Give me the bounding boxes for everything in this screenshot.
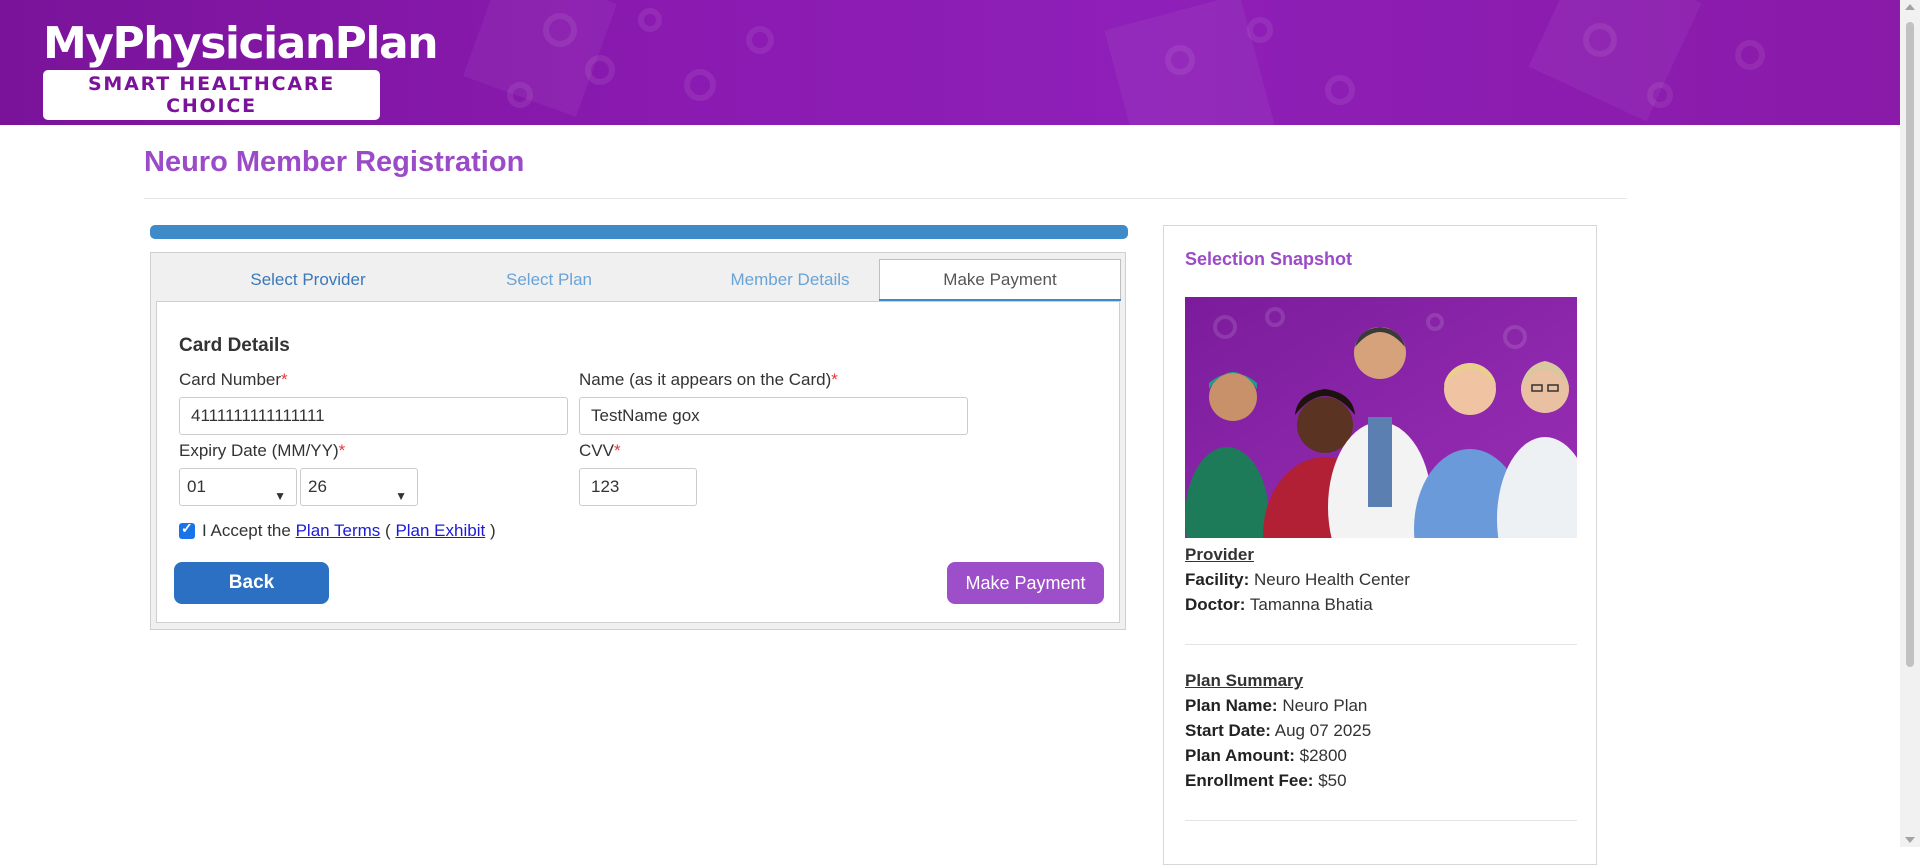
tab-make-payment[interactable]: Make Payment bbox=[879, 259, 1121, 301]
provider-heading: Provider bbox=[1185, 545, 1254, 564]
snapshot-title: Selection Snapshot bbox=[1185, 249, 1353, 269]
plan-exhibit-link[interactable]: Plan Exhibit bbox=[395, 521, 485, 540]
facility-line: Facility: Neuro Health Center bbox=[1185, 570, 1410, 589]
accept-terms-checkbox[interactable]: ✓ bbox=[179, 520, 195, 539]
back-button[interactable]: Back bbox=[174, 562, 329, 604]
page-scrollbar[interactable] bbox=[1900, 0, 1920, 847]
brand-name: MyPhysicianPlan bbox=[43, 18, 439, 69]
healthcare-team-image bbox=[1185, 297, 1577, 538]
dropdown-arrow-icon: ▼ bbox=[274, 489, 286, 503]
card-number-input[interactable]: 4111111111111111 bbox=[179, 397, 568, 435]
make-payment-button[interactable]: Make Payment bbox=[947, 562, 1104, 604]
tab-select-provider[interactable]: Select Provider bbox=[188, 259, 428, 299]
page-title: Neuro Member Registration bbox=[144, 146, 525, 178]
selection-snapshot-panel: Selection Snapshot Provider Facility: Ne… bbox=[1163, 225, 1597, 865]
payment-panel: Card Details Card Number* 41111111111111… bbox=[156, 301, 1120, 623]
plan-summary-heading: Plan Summary bbox=[1185, 671, 1304, 690]
cvv-label: CVV* bbox=[579, 441, 621, 460]
cvv-input[interactable]: 123 bbox=[579, 468, 697, 506]
scroll-up-icon[interactable] bbox=[1905, 4, 1915, 10]
title-divider bbox=[144, 198, 1627, 199]
card-number-label: Card Number* bbox=[179, 370, 288, 389]
expiry-month-value: 01 bbox=[187, 477, 206, 496]
plan-name-line: Plan Name: Neuro Plan bbox=[1185, 696, 1368, 715]
wizard-progress-bar bbox=[150, 225, 1128, 239]
plan-amount-line: Plan Amount: $2800 bbox=[1185, 746, 1347, 765]
scroll-down-icon[interactable] bbox=[1905, 837, 1915, 843]
tab-member-details[interactable]: Member Details bbox=[670, 259, 910, 299]
site-header: MyPhysicianPlan SMART HEALTHCARE CHOICE bbox=[0, 0, 1900, 125]
scroll-thumb[interactable] bbox=[1906, 22, 1914, 667]
enrollment-fee-line: Enrollment Fee: $50 bbox=[1185, 771, 1347, 790]
expiry-year-value: 26 bbox=[308, 477, 327, 496]
tab-select-plan[interactable]: Select Plan bbox=[429, 259, 669, 299]
expiry-month-select[interactable]: 01 ▼ bbox=[179, 468, 297, 506]
check-icon: ✓ bbox=[181, 520, 193, 536]
card-name-label: Name (as it appears on the Card)* bbox=[579, 370, 838, 389]
card-name-input[interactable]: TestName gox bbox=[579, 397, 968, 435]
brand-tagline: SMART HEALTHCARE CHOICE bbox=[43, 70, 380, 120]
expiry-year-select[interactable]: 26 ▼ bbox=[300, 468, 418, 506]
expiry-label: Expiry Date (MM/YY)* bbox=[179, 441, 346, 460]
start-date-line: Start Date: Aug 07 2025 bbox=[1185, 721, 1372, 740]
accept-terms-text: I Accept the Plan Terms ( Plan Exhibit ) bbox=[202, 521, 496, 540]
plan-terms-link[interactable]: Plan Terms bbox=[296, 521, 381, 540]
doctor-line: Doctor: Tamanna Bhatia bbox=[1185, 595, 1373, 614]
registration-wizard: Select Provider Select Plan Member Detai… bbox=[150, 252, 1126, 630]
card-details-heading: Card Details bbox=[179, 335, 290, 356]
dropdown-arrow-icon: ▼ bbox=[395, 489, 407, 503]
brand-logo[interactable]: MyPhysicianPlan SMART HEALTHCARE CHOICE bbox=[43, 18, 439, 120]
snapshot-divider bbox=[1185, 644, 1577, 645]
snapshot-divider bbox=[1185, 820, 1577, 821]
